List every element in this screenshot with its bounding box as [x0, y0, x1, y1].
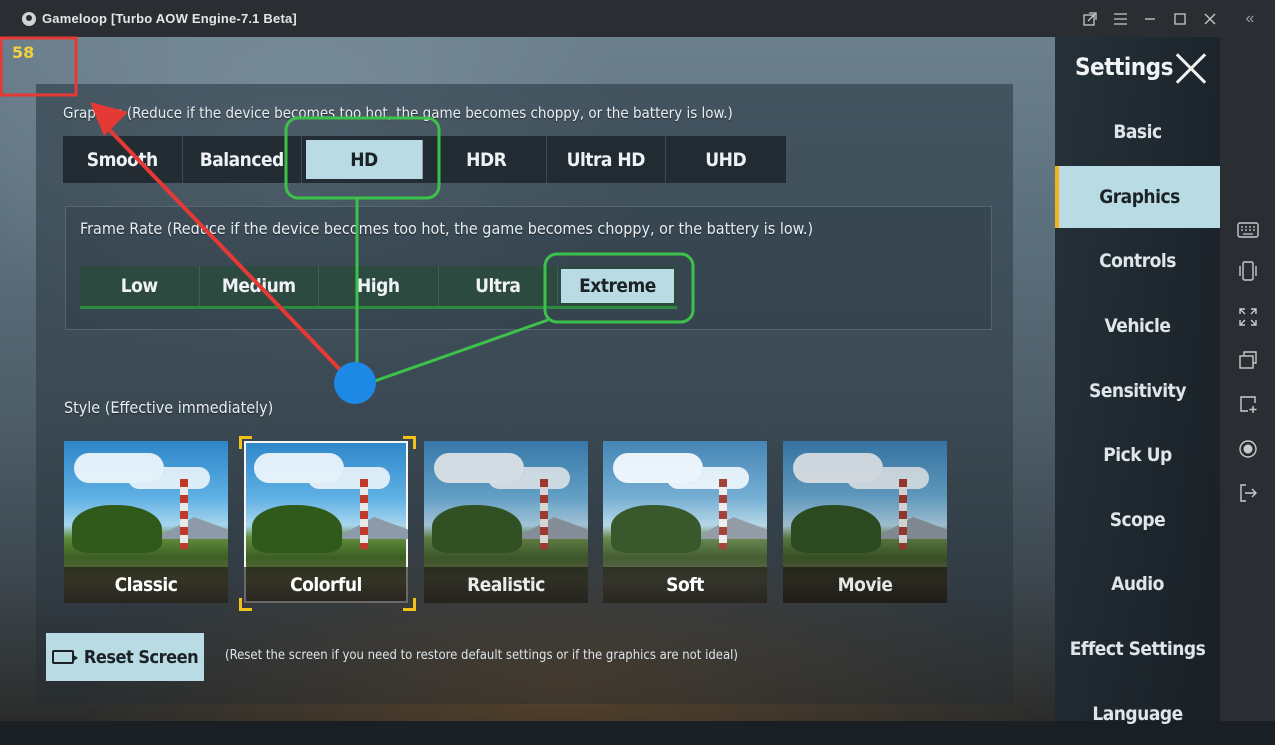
thumbnail-tree [432, 505, 522, 553]
minimize-icon[interactable] [1135, 0, 1165, 37]
gameloop-logo-icon [22, 11, 36, 26]
thumbnail-tower [719, 479, 727, 549]
selection-corner [403, 598, 416, 611]
style-option-soft[interactable]: Soft [603, 441, 767, 603]
keyboard-icon[interactable] [1236, 218, 1260, 242]
menu-item-pick-up[interactable]: Pick Up [1055, 424, 1220, 486]
window-title: Gameloop [Turbo AOW Engine-7.1 Beta] [42, 11, 297, 26]
menu-icon[interactable] [1105, 0, 1135, 37]
frame-rate-option-low[interactable]: Low [80, 266, 200, 306]
thumbnail-sky [254, 453, 344, 483]
emulator-toolbar [1220, 37, 1275, 721]
close-icon[interactable] [1195, 0, 1225, 37]
selection-corner [239, 436, 252, 449]
graphics-option-hdr[interactable]: HDR [427, 136, 547, 183]
graphics-option-balanced[interactable]: Balanced [183, 136, 302, 183]
selection-corner [403, 436, 416, 449]
thumbnail-mountain [154, 517, 228, 539]
record-icon[interactable] [1236, 437, 1260, 461]
style-option-movie[interactable]: Movie [783, 441, 947, 603]
reset-screen-label: Reset Screen [83, 646, 199, 668]
thumbnail-mountain [334, 517, 408, 539]
graphics-option-hd[interactable]: HD [306, 140, 423, 179]
style-label: Style (Effective immediately) [64, 398, 274, 417]
thumbnail-tower [180, 479, 188, 549]
thumbnail-sky [793, 453, 883, 483]
style-option-realistic[interactable]: Realistic [424, 441, 588, 603]
title-bar: Gameloop [Turbo AOW Engine-7.1 Beta] « [0, 0, 1275, 37]
thumbnail-sky [434, 453, 524, 483]
frame-rate-option-ultra[interactable]: Ultra [439, 266, 558, 306]
frame-rate-option-high[interactable]: High [319, 266, 439, 306]
menu-item-audio[interactable]: Audio [1055, 553, 1220, 615]
style-option-colorful[interactable]: Colorful [244, 441, 408, 603]
style-caption: Realistic [424, 567, 588, 603]
window-controls: « [1075, 0, 1275, 37]
close-settings-icon[interactable] [1173, 51, 1209, 87]
multi-window-icon[interactable] [1236, 348, 1260, 372]
menu-item-graphics[interactable]: Graphics [1055, 166, 1220, 228]
selection-corner [239, 598, 252, 611]
graphics-option-smooth[interactable]: Smooth [63, 136, 183, 183]
fps-counter: 58 [12, 43, 35, 62]
style-caption: Soft [603, 567, 767, 603]
thumbnail-sky [613, 453, 703, 483]
thumbnail-tree [791, 505, 881, 553]
exit-icon[interactable] [1236, 481, 1260, 505]
menu-item-scope[interactable]: Scope [1055, 489, 1220, 551]
style-caption: Colorful [244, 567, 408, 603]
thumbnail-tree [72, 505, 162, 553]
screenshot-icon[interactable] [1236, 392, 1260, 416]
collapse-sidebar-icon[interactable]: « [1225, 0, 1275, 37]
menu-item-controls[interactable]: Controls [1055, 230, 1220, 292]
thumbnail-tower [540, 479, 548, 549]
thumbnail-mountain [514, 517, 588, 539]
thumbnail-tree [611, 505, 701, 553]
thumbnail-mountain [873, 517, 947, 539]
reset-icon [51, 650, 78, 664]
reset-note: (Reset the screen if you need to restore… [225, 648, 738, 663]
settings-menu: Settings Basic Graphics Controls Vehicle Sen… [1055, 37, 1220, 725]
frame-rate-option-extreme[interactable]: Extreme [561, 269, 674, 303]
menu-item-basic[interactable]: Basic [1055, 101, 1220, 163]
maximize-icon[interactable] [1165, 0, 1195, 37]
fullscreen-icon[interactable] [1236, 305, 1260, 329]
style-caption: Classic [64, 567, 228, 603]
thumbnail-tower [360, 479, 368, 549]
shake-icon[interactable] [1236, 259, 1260, 283]
style-option-classic[interactable]: Classic [64, 441, 228, 603]
frame-rate-selector: Low Medium High Ultra Extreme [80, 266, 677, 309]
graphics-quality-selector: Smooth Balanced HD HDR Ultra HD UHD [63, 136, 786, 183]
thumbnail-tower [899, 479, 907, 549]
graphics-option-ultra-hd[interactable]: Ultra HD [547, 136, 666, 183]
graphics-option-uhd[interactable]: UHD [666, 136, 786, 183]
frame-rate-option-medium[interactable]: Medium [200, 266, 319, 306]
graphics-label: Graphics (Reduce if the device becomes t… [63, 104, 733, 122]
reset-screen-button[interactable]: Reset Screen [46, 633, 204, 681]
menu-item-effect-settings[interactable]: Effect Settings [1055, 618, 1220, 680]
menu-item-vehicle[interactable]: Vehicle [1055, 295, 1220, 357]
settings-title: Settings [1075, 53, 1173, 81]
thumbnail-sky [74, 453, 164, 483]
menu-item-sensitivity[interactable]: Sensitivity [1055, 360, 1220, 422]
style-caption: Movie [783, 567, 947, 603]
menu-item-language[interactable]: Language [1055, 683, 1220, 745]
thumbnail-tree [252, 505, 342, 553]
thumbnail-mountain [693, 517, 767, 539]
frame-rate-label: Frame Rate (Reduce if the device becomes… [80, 219, 814, 238]
popout-icon[interactable] [1075, 0, 1105, 37]
